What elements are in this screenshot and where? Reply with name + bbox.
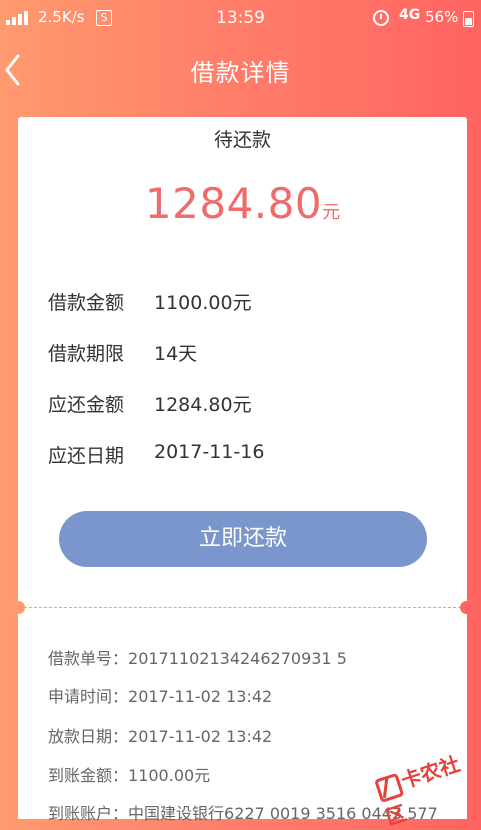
detail-label: 借款单号： bbox=[48, 649, 129, 668]
due-amount-unit: 元 bbox=[322, 202, 341, 223]
detail-label: 到账金额： bbox=[48, 766, 129, 785]
battery-percent: 56% bbox=[425, 8, 459, 26]
info-row-loan-term: 借款期限 14天 bbox=[48, 339, 448, 365]
detail-value: 20171102134246270931 5 bbox=[128, 649, 347, 668]
info-label: 借款金额 bbox=[48, 292, 125, 314]
nav-bar: 借款详情 bbox=[0, 36, 481, 104]
repay-now-button[interactable]: 立即还款 bbox=[59, 511, 427, 567]
due-amount: 1284.80元 bbox=[18, 179, 467, 228]
info-value: 14天 bbox=[154, 343, 198, 365]
detail-value: 2017-11-02 13:42 bbox=[128, 687, 273, 706]
detail-value: 1100.00元 bbox=[128, 766, 211, 785]
status-bar: 2.5K/s S 13:59 4G 56% bbox=[0, 0, 481, 36]
detail-row-disburse-date: 放款日期：2017-11-02 13:42 bbox=[48, 723, 467, 746]
detail-value: 2017-11-02 13:42 bbox=[128, 727, 273, 746]
alarm-icon bbox=[373, 10, 389, 26]
info-row-repay-date: 应还日期 2017-11-16 bbox=[48, 441, 448, 467]
network-type: 4G bbox=[399, 7, 421, 23]
page-title: 借款详情 bbox=[190, 59, 291, 87]
detail-label: 到账账户： bbox=[48, 804, 129, 823]
battery-icon bbox=[463, 11, 474, 27]
due-amount-value: 1284.80 bbox=[144, 179, 323, 228]
info-value: 1284.80元 bbox=[154, 394, 252, 416]
loan-status-label: 待还款 bbox=[213, 129, 271, 151]
dashed-divider bbox=[24, 607, 461, 608]
loan-detail-card: 待还款 1284.80元 借款金额 1100.00元 借款期限 14天 应还金额… bbox=[12, 117, 473, 823]
card-notch-right bbox=[460, 601, 473, 614]
info-value: 1100.00元 bbox=[154, 292, 252, 314]
info-row-loan-amount: 借款金额 1100.00元 bbox=[48, 288, 448, 314]
detail-label: 申请时间： bbox=[48, 687, 129, 706]
detail-row-apply-time: 申请时间：2017-11-02 13:42 bbox=[48, 683, 467, 706]
info-row-repay-amount: 应还金额 1284.80元 bbox=[48, 390, 448, 416]
info-value: 2017-11-16 bbox=[154, 441, 265, 463]
detail-label: 放款日期： bbox=[48, 727, 129, 746]
detail-row-loan-number: 借款单号：20171102134246270931 5 bbox=[48, 645, 467, 668]
info-label: 借款期限 bbox=[48, 343, 125, 365]
info-label: 应还金额 bbox=[48, 394, 125, 416]
info-label: 应还日期 bbox=[48, 445, 125, 467]
